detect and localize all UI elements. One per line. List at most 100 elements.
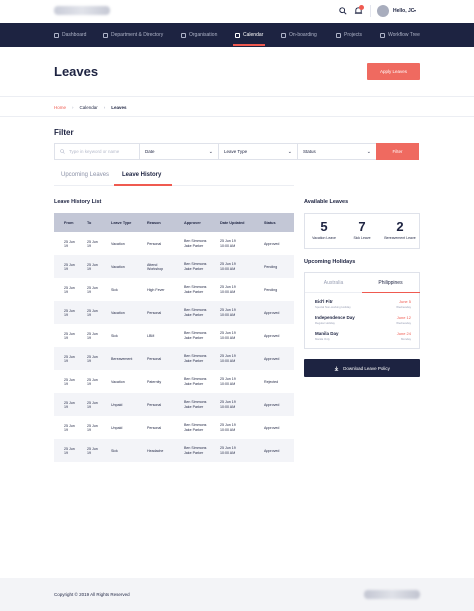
tab-upcoming-leaves[interactable]: Upcoming Leaves [61, 172, 109, 178]
approver-name: Ben Simmons [184, 308, 207, 312]
nav-label: Department & Directory [111, 32, 164, 38]
company-logo[interactable] [54, 6, 110, 15]
user-greeting[interactable]: Hello, JC [393, 8, 414, 14]
nav-item-organisation[interactable]: Organisation [181, 23, 217, 47]
leave-type-select[interactable]: Leave Type ⌄ [218, 143, 298, 160]
cell-leave-type: Sick [111, 333, 118, 338]
table-row[interactable]: 25 Jun 19 25 Jun 19 Vacation Personal Ben Si… [54, 232, 294, 255]
apply-leaves-button[interactable]: Apply Leaves [367, 63, 420, 80]
status-select[interactable]: Status ⌄ [297, 143, 377, 160]
updated-time: 10:00 AM [220, 313, 236, 317]
search-icon[interactable] [339, 7, 347, 15]
available-leaves-card: 5 Vacation Leave 7 Sick Leave 2 Bereavem… [304, 213, 420, 249]
chevron-down-icon[interactable]: ▾ [414, 8, 416, 13]
cell-to: 25 Jun 19 [87, 308, 98, 317]
cell-reason: LBM [147, 333, 155, 338]
approver-name: Ben Simmons [184, 262, 207, 266]
nav-label: On-boarding [289, 32, 317, 38]
leave-count: 5 [320, 219, 328, 234]
nav-item-workflow[interactable]: Workflow Tree [380, 23, 420, 47]
cell-to: 25 Jun 19 [87, 331, 98, 340]
date-select-label: Date [145, 149, 155, 154]
leave-label: Bereavement Leave [384, 236, 416, 240]
cell-approver: Ben Simmons Jake Parker [174, 262, 210, 271]
table-row[interactable]: 25 Jun 19 25 Jun 19 Vacation Personal Ben Si… [54, 301, 294, 324]
updated-date: 25 Jun 19 [220, 285, 236, 289]
date-select[interactable]: Date ⌄ [139, 143, 219, 160]
table-row[interactable]: 25 Jun 19 25 Jun 19 Sick Headache Ben Simmon… [54, 439, 294, 462]
table-row[interactable]: 25 Jun 19 25 Jun 19 Sick LBM Ben Simmons Jake… [54, 324, 294, 347]
nav-item-projects[interactable]: Projects [336, 23, 362, 47]
download-leave-policy-button[interactable]: Download Leave Policy [304, 359, 420, 377]
tab-active-indicator [362, 292, 420, 293]
table-row[interactable]: 25 Jun 19 25 Jun 19 Vacation Paternity Ben S… [54, 370, 294, 393]
table-header: From To Leave Type Reason Approver Date … [54, 213, 294, 232]
updated-time: 10:00 AM [220, 336, 236, 340]
cell-to: 25 Jun 19 [87, 262, 98, 271]
filter-button[interactable]: Filter [376, 143, 419, 160]
cell-from: 25 Jun 19 [64, 331, 75, 340]
page-title: Leaves [54, 64, 99, 79]
updated-time: 10:00 AM [220, 290, 236, 294]
column-header[interactable]: To [77, 221, 100, 225]
table-row[interactable]: 25 Jun 19 25 Jun 19 Unpaid Personal Ben Simm… [54, 393, 294, 416]
breadcrumb-calendar[interactable]: Calendar [80, 105, 98, 110]
approver-name: Ben Simmons [184, 354, 207, 358]
updated-date: 25 Jun 19 [220, 423, 236, 427]
approver-name: Jake Parker [184, 428, 204, 432]
column-header[interactable]: Status [254, 221, 294, 225]
cell-from: 25 Jun 19 [64, 308, 75, 317]
cell-status: Approved [264, 241, 280, 246]
approver-name: Ben Simmons [184, 377, 207, 381]
avatar[interactable] [377, 5, 389, 17]
cell-to: 25 Jun 19 [87, 285, 98, 294]
holidays-card: Australia Philippines Eid'l Fitr Special… [304, 272, 420, 349]
table-row[interactable]: 25 Jun 19 25 Jun 19 Sick High Fever Ben Simm… [54, 278, 294, 301]
tab-philippines[interactable]: Philippines [362, 273, 419, 292]
table-row[interactable]: 25 Jun 19 25 Jun 19 Unpaid Personal Ben Simm… [54, 416, 294, 439]
approver-name: Jake Parker [184, 313, 204, 317]
cell-reason: Personal [147, 310, 162, 315]
breadcrumb-home[interactable]: Home [54, 105, 66, 110]
updated-date: 25 Jun 19 [220, 331, 236, 335]
tab-australia[interactable]: Australia [305, 273, 362, 292]
holiday-weekday: Wednesday [396, 305, 411, 309]
holiday-item: Eid'l Fitr Special Non-working Holiday J… [315, 299, 411, 311]
nav-item-department[interactable]: Department & Directory [103, 23, 163, 47]
updated-date: 25 Jun 19 [220, 262, 236, 266]
holiday-date: June 24 [396, 331, 411, 336]
cell-status: Approved [264, 448, 280, 453]
updated-time: 10:00 AM [220, 359, 236, 363]
search-placeholder: Type in keyword or name [69, 149, 120, 154]
org-icon [181, 32, 186, 38]
table-row[interactable]: 25 Jun 19 25 Jun 19 Vacation Attend Worksho… [54, 255, 294, 278]
holiday-type: Regular Holiday [315, 321, 335, 325]
updated-time: 10:00 AM [220, 405, 236, 409]
column-header[interactable]: Leave Type [100, 221, 137, 225]
breadcrumb-current: Leaves [111, 105, 127, 110]
cell-from: 25 Jun 19 [64, 239, 75, 248]
search-icon [60, 149, 65, 154]
column-header[interactable]: From [54, 221, 77, 225]
column-header[interactable]: Date Updated [210, 221, 254, 225]
cell-to: 25 Jun 19 [87, 354, 98, 363]
cell-leave-type: Vacation [111, 241, 125, 246]
divider [54, 185, 294, 186]
tab-leave-history[interactable]: Leave History [122, 172, 161, 178]
cell-to: 25 Jun 19 [87, 377, 98, 386]
table-row[interactable]: 25 Jun 19 25 Jun 19 Bereavement Personal Ben… [54, 347, 294, 370]
approver-name: Jake Parker [184, 359, 204, 363]
search-input[interactable]: Type in keyword or name [54, 143, 140, 160]
column-header[interactable]: Approver [174, 221, 210, 225]
cell-date-updated: 25 Jun 19 10:00 AM [210, 377, 254, 386]
nav-item-dashboard[interactable]: Dashboard [54, 23, 86, 47]
nav-item-onboarding[interactable]: On-boarding [281, 23, 317, 47]
column-header[interactable]: Reason [137, 221, 174, 225]
cell-approver: Ben Simmons Jake Parker [174, 446, 210, 455]
updated-date: 25 Jun 19 [220, 239, 236, 243]
cell-approver: Ben Simmons Jake Parker [174, 285, 210, 294]
cell-status: Pending [264, 264, 278, 269]
download-label: Download Leave Policy [343, 365, 390, 371]
cell-to: 25 Jun 19 [87, 239, 98, 248]
holiday-item: Independence Day Regular Holiday June 12… [315, 315, 411, 327]
